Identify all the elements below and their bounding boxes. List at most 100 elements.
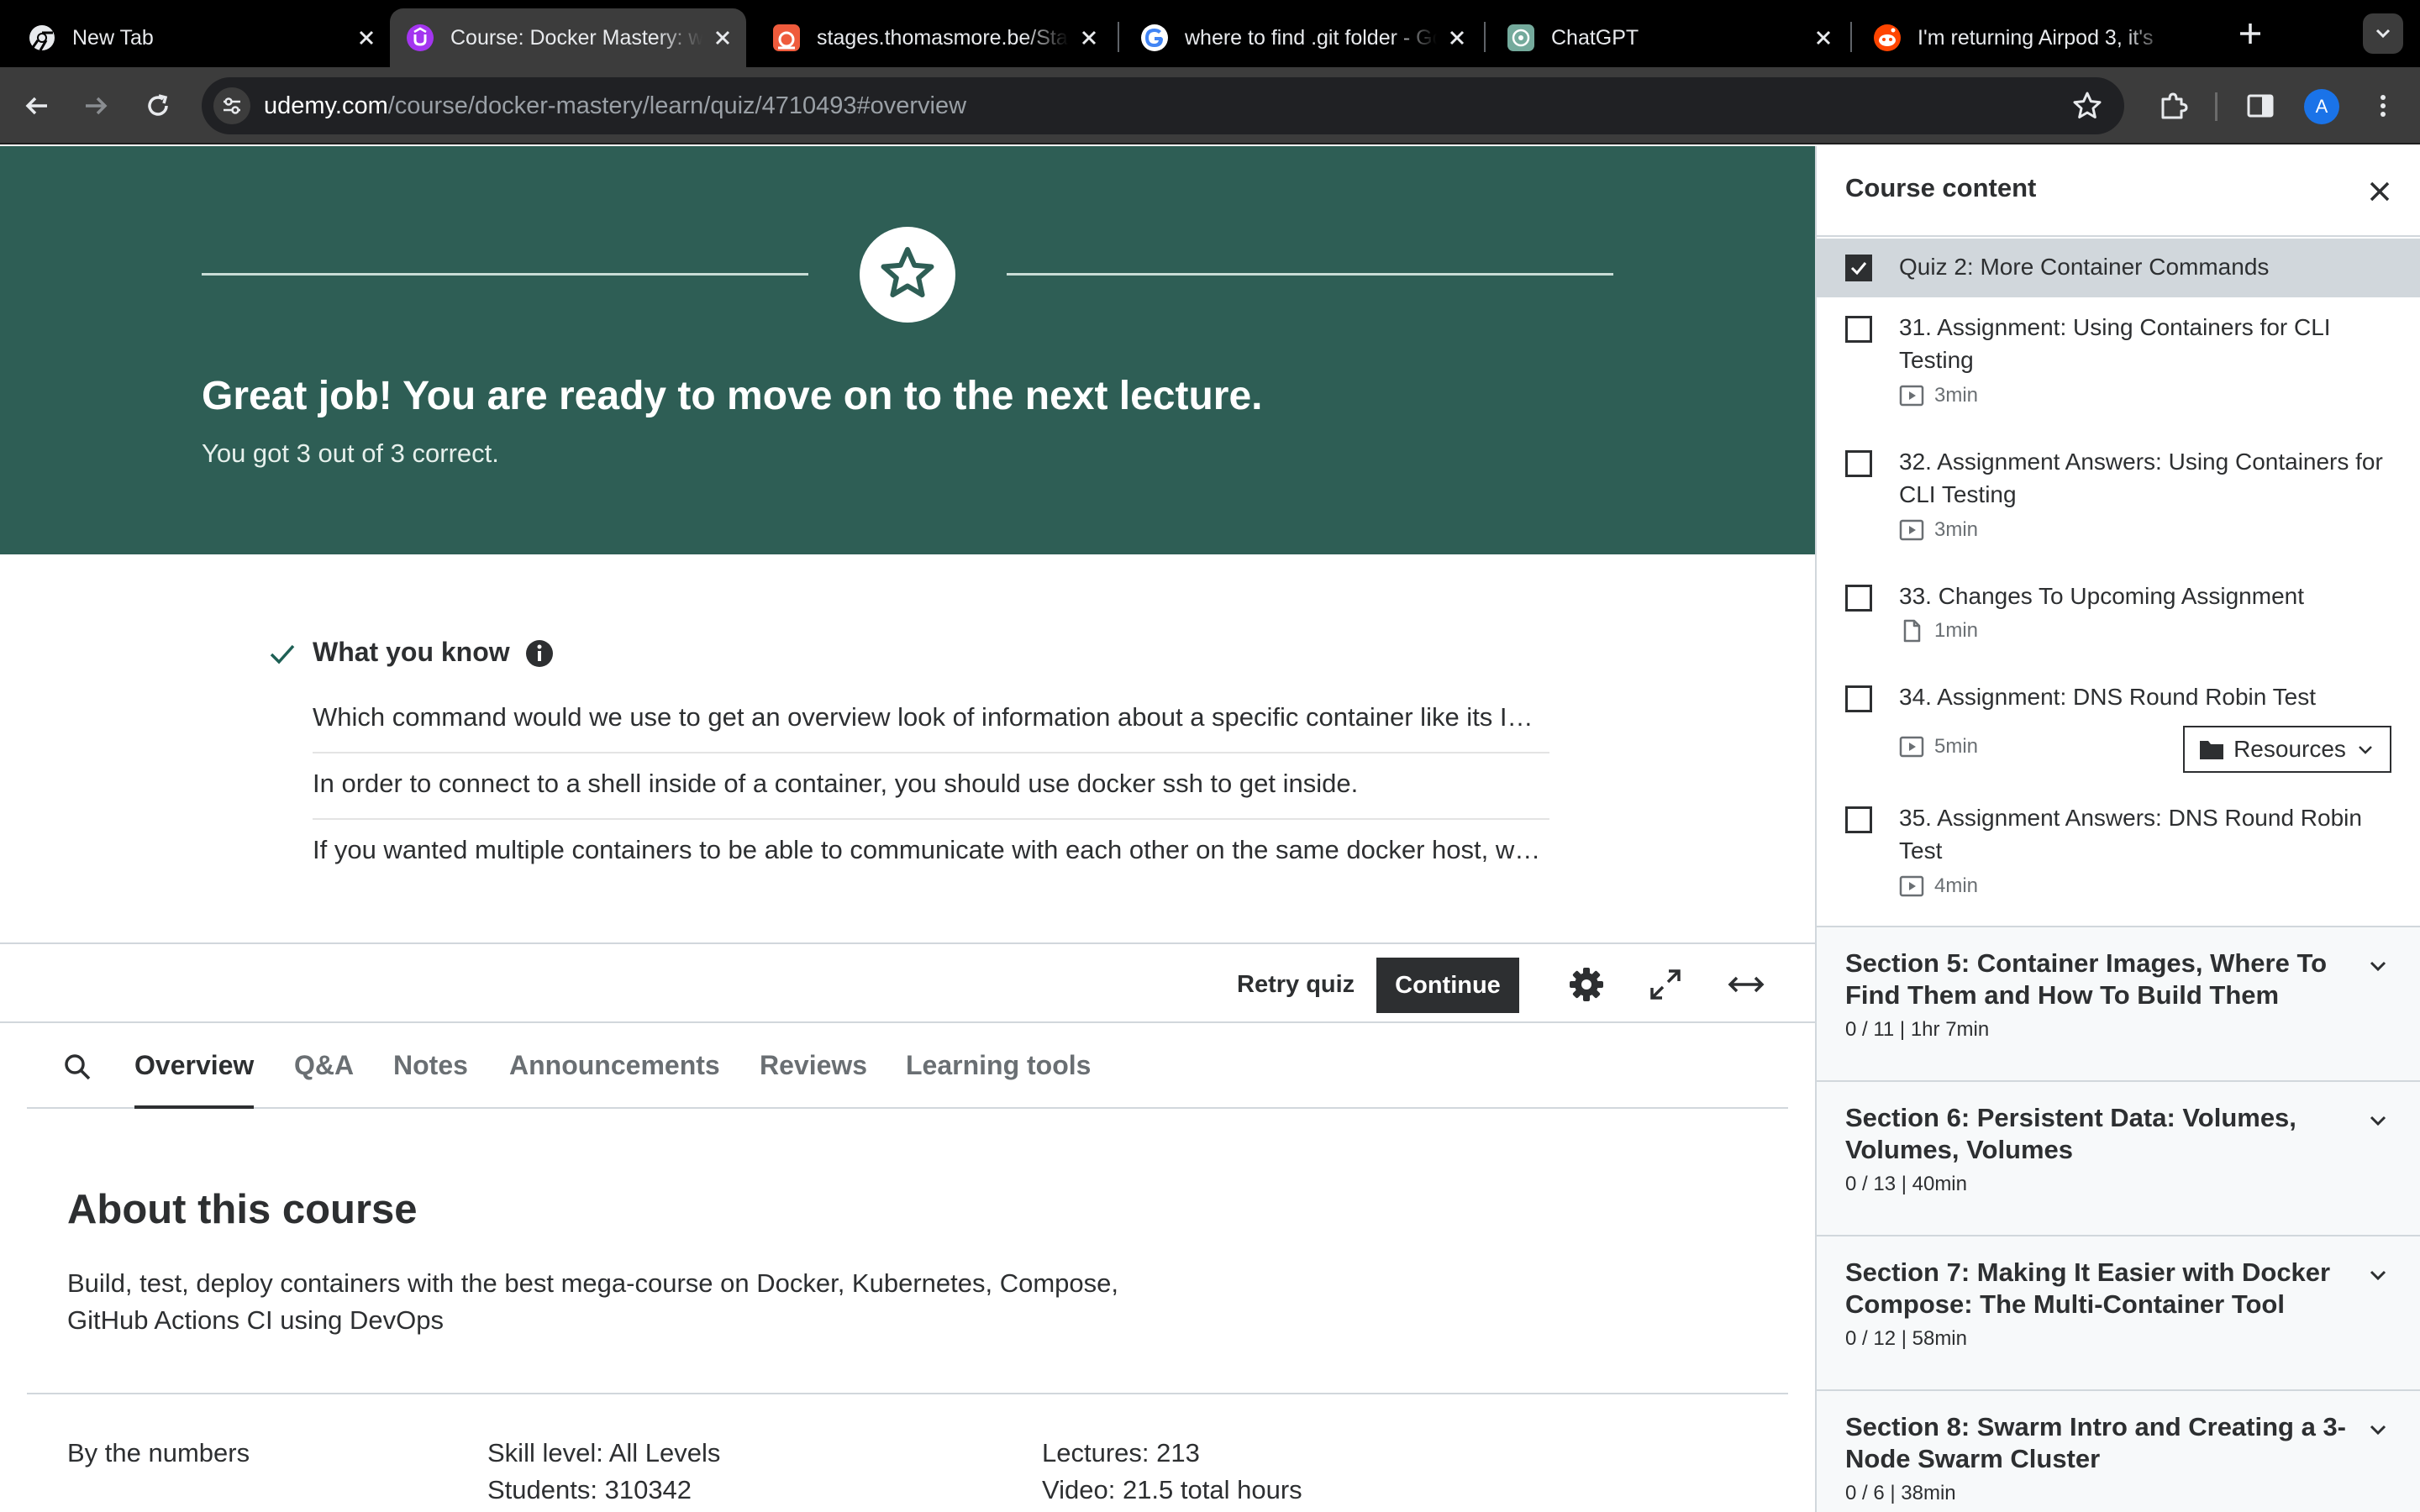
- tab-search-button[interactable]: [2363, 13, 2403, 54]
- course-tabs: Overview Q&A Notes Announcements Reviews…: [27, 1025, 1788, 1109]
- section-meta: 0 / 6 | 38min: [1845, 1482, 1956, 1504]
- address-bar[interactable]: udemy.com/course/docker-mastery/learn/qu…: [202, 77, 2124, 134]
- browser-tab-udemy[interactable]: Course: Docker Mastery: with Kubernetes …: [390, 8, 746, 67]
- site-info-button[interactable]: [213, 87, 250, 124]
- lecture-duration: 4min: [1934, 874, 1979, 897]
- completed-checkbox[interactable]: [1845, 685, 1872, 712]
- result-score: You got 3 out of 3 correct.: [202, 438, 499, 468]
- continue-button[interactable]: Continue: [1376, 958, 1519, 1013]
- section-meta: 0 / 12 | 58min: [1845, 1327, 1967, 1350]
- decorative-line: [202, 273, 808, 276]
- browser-tab-reddit[interactable]: I'm returning Airpod 3, it's: [1857, 8, 2213, 67]
- expanded-view-button[interactable]: [1726, 964, 1766, 1005]
- close-icon[interactable]: [2365, 176, 2395, 207]
- sidebar-item-lecture-32[interactable]: 32. Assignment Answers: Using Containers…: [1817, 432, 2420, 566]
- browser-tab-google[interactable]: where to find .git folder - Google Searc…: [1124, 8, 1481, 67]
- fullscreen-button[interactable]: [1645, 964, 1686, 1005]
- folder-icon: [2200, 741, 2224, 759]
- sidebar-title: Course content: [1845, 173, 2037, 202]
- section-meta: 0 / 11 | 1hr 7min: [1845, 1018, 1990, 1041]
- video-icon: [1899, 875, 1924, 897]
- section-title: Section 7: Making It Easier with Docker …: [1845, 1257, 2331, 1319]
- chatgpt-icon: [1507, 24, 1534, 51]
- question-item[interactable]: Which command would we use to get an ove…: [313, 687, 1549, 753]
- lecture-meta: 3min: [1899, 517, 1978, 543]
- tab-reviews[interactable]: Reviews: [760, 1025, 867, 1109]
- toolbar-separator: [2215, 92, 2217, 121]
- tab-qa[interactable]: Q&A: [294, 1025, 354, 1109]
- extensions-button[interactable]: [2154, 87, 2191, 124]
- students-count: Students: 310342: [487, 1475, 692, 1504]
- lecture-title: 31. Assignment: Using Containers for CLI…: [1899, 314, 2331, 373]
- close-icon[interactable]: [1077, 26, 1101, 50]
- sidebar-item-lecture-31[interactable]: 31. Assignment: Using Containers for CLI…: [1817, 297, 2420, 432]
- checkmark-icon: [270, 644, 295, 664]
- browser-tab-new-tab[interactable]: New Tab: [12, 8, 390, 67]
- more-vertical-icon: [2381, 95, 2386, 117]
- check-icon: [1850, 262, 1867, 276]
- completed-checkbox[interactable]: [1845, 450, 1872, 477]
- resources-dropdown[interactable]: Resources: [2183, 726, 2391, 773]
- new-tab-plus-icon[interactable]: [2232, 15, 2269, 52]
- completed-checkbox[interactable]: [1845, 255, 1872, 281]
- result-headline: Great job! You are ready to move on to t…: [202, 374, 1263, 418]
- browser-tab-stages[interactable]: stages.thomasmore.be/Stages: [756, 8, 1113, 67]
- tab-title: Course: Docker Mastery: with Kubernetes …: [450, 26, 702, 50]
- side-panel-icon: [2247, 94, 2274, 118]
- udemy-icon: [407, 24, 434, 51]
- section-5[interactable]: Section 5: Container Images, Where To Fi…: [1817, 926, 2420, 1080]
- video-icon: [1899, 385, 1924, 407]
- reload-icon: [148, 94, 168, 116]
- browser-menu-button[interactable]: [2365, 87, 2402, 124]
- forward-button[interactable]: [76, 86, 116, 126]
- chevron-down-icon: [2370, 1270, 2386, 1281]
- about-description: Build, test, deploy containers with the …: [67, 1268, 1119, 1335]
- tab-learning-tools[interactable]: Learning tools: [906, 1025, 1091, 1109]
- section-8[interactable]: Section 8: Swarm Intro and Creating a 3-…: [1817, 1389, 2420, 1512]
- quiz-result-banner: Great job! You are ready to move on to t…: [0, 146, 1815, 554]
- sidebar-header: Course content: [1817, 146, 2420, 237]
- back-button[interactable]: [17, 86, 57, 126]
- completed-checkbox[interactable]: [1845, 316, 1872, 343]
- sidebar-item-quiz-2[interactable]: Quiz 2: More Container Commands: [1817, 239, 2420, 297]
- settings-button[interactable]: [1566, 964, 1607, 1005]
- retry-quiz-button[interactable]: Retry quiz: [1225, 958, 1366, 1011]
- completed-checkbox[interactable]: [1845, 585, 1872, 612]
- search-icon[interactable]: [60, 1050, 94, 1084]
- bookmark-star-icon[interactable]: [2070, 89, 2104, 123]
- section-meta: 0 / 13 | 40min: [1845, 1173, 1967, 1195]
- tab-announcements[interactable]: Announcements: [509, 1025, 720, 1109]
- tab-overview[interactable]: Overview: [134, 1025, 255, 1109]
- chevron-down-icon: [2359, 746, 2372, 754]
- browser-tab-chatgpt[interactable]: ChatGPT: [1491, 8, 1847, 67]
- video-icon: [1899, 736, 1924, 758]
- question-item[interactable]: If you wanted multiple containers to be …: [313, 820, 1549, 886]
- close-icon[interactable]: [1445, 26, 1469, 50]
- sidebar-item-lecture-33[interactable]: 33. Changes To Upcoming Assignment 1min: [1817, 566, 2420, 667]
- url-path: /course/docker-mastery/learn/quiz/471049…: [387, 92, 967, 119]
- lecture-meta: 3min: [1899, 383, 1978, 408]
- side-panel-button[interactable]: [2242, 87, 2279, 124]
- section-7[interactable]: Section 7: Making It Easier with Docker …: [1817, 1235, 2420, 1389]
- info-icon[interactable]: [524, 638, 555, 669]
- close-icon[interactable]: [355, 26, 378, 50]
- browser-tab-bar: New Tab Course: Docker Mastery: with Kub…: [0, 0, 2420, 67]
- resources-label: Resources: [2233, 736, 2346, 762]
- tune-icon: [224, 97, 240, 114]
- close-icon[interactable]: [1812, 26, 1835, 50]
- arrows-horizontal-icon: [1728, 976, 1765, 993]
- question-item[interactable]: In order to connect to a shell inside of…: [313, 753, 1549, 820]
- close-icon[interactable]: [711, 26, 734, 50]
- lecture-duration: 3min: [1934, 384, 1979, 407]
- completed-checkbox[interactable]: [1845, 806, 1872, 833]
- lecture-title: 34. Assignment: DNS Round Robin Test: [1899, 684, 2316, 710]
- section-6[interactable]: Section 6: Persistent Data: Volumes, Vol…: [1817, 1080, 2420, 1235]
- tab-notes[interactable]: Notes: [393, 1025, 468, 1109]
- about-title: About this course: [67, 1187, 418, 1232]
- profile-avatar[interactable]: A: [2304, 89, 2339, 124]
- expand-icon: [1650, 969, 1681, 1000]
- lecture-title: 35. Assignment Answers: DNS Round Robin …: [1899, 805, 2362, 864]
- reload-button[interactable]: [138, 86, 178, 126]
- tab-separator: [1118, 22, 1119, 52]
- sidebar-item-lecture-35[interactable]: 35. Assignment Answers: DNS Round Robin …: [1817, 788, 2420, 922]
